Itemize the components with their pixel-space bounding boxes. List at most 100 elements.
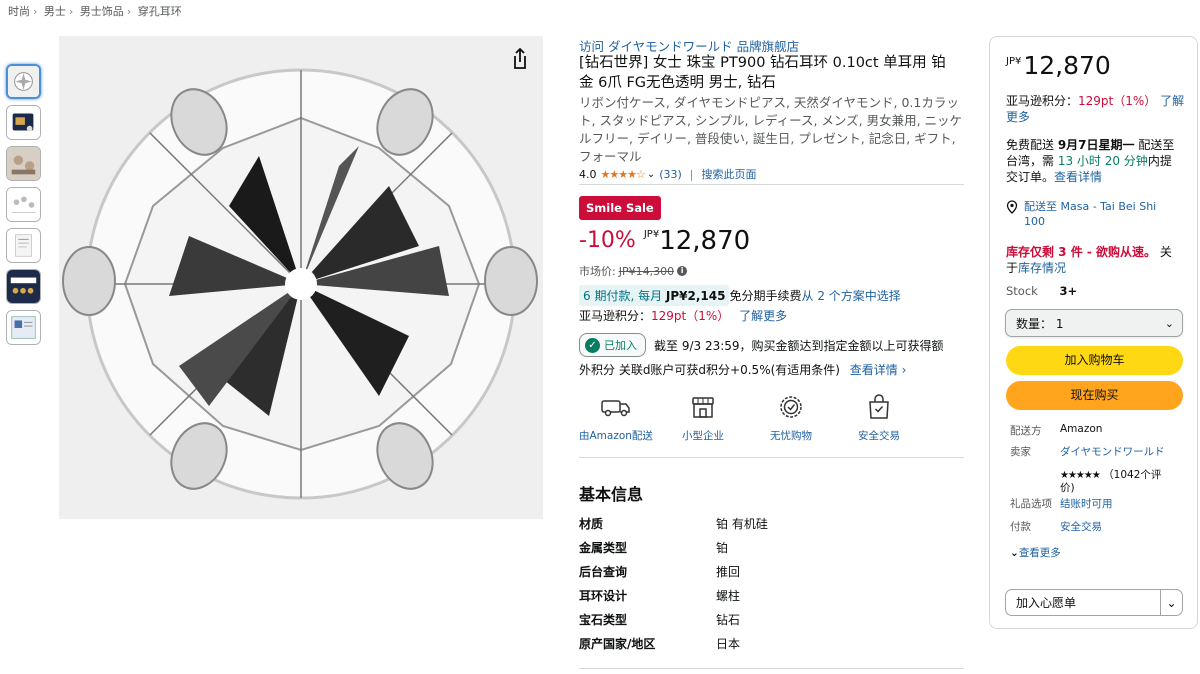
buybox-points-learn-link[interactable]: 了解 bbox=[1160, 94, 1184, 108]
chevron-down-icon: ⌄ bbox=[1164, 316, 1174, 330]
spec-key: 原产国家/地区 bbox=[579, 637, 656, 651]
delivery-details-link[interactable]: 查看详情 bbox=[1054, 170, 1102, 184]
stock-info-link[interactable]: 库存情况 bbox=[1018, 261, 1066, 275]
spec-value: 日本 bbox=[716, 637, 741, 651]
deal-badge: Smile Sale bbox=[579, 196, 661, 220]
delivery-text: 免费配送 bbox=[1006, 138, 1058, 152]
feature-label: 无忧购物 bbox=[770, 430, 812, 442]
product-subtitle: リボン付ケース, ダイヤモンドピアス, 天然ダイヤモンド, 0.1カラット, ス… bbox=[579, 95, 963, 164]
chevron-down-icon[interactable]: ⌄ bbox=[1160, 590, 1182, 615]
list-price-value: JP¥14,300 bbox=[618, 264, 675, 278]
deliver-to-line: 配送至 Masa - Tai Bei Shi bbox=[1024, 200, 1157, 213]
spec-value: 铂 bbox=[716, 541, 729, 555]
sold-by-row: 卖家 ダイヤモンドワールド bbox=[1010, 444, 1165, 459]
see-more-link[interactable]: 查看更多 bbox=[1019, 547, 1061, 559]
chevron-down-icon[interactable]: ⌄ bbox=[647, 169, 655, 180]
breadcrumb-item-fashion[interactable]: 时尚 bbox=[8, 5, 30, 18]
thumbnail-5[interactable] bbox=[6, 228, 41, 263]
delivery-info: 免费配送 9月7日星期一 配送至 台湾，需 13 小时 20 分钟内提 交订单。… bbox=[1006, 137, 1186, 185]
sold-by-key: 卖家 bbox=[1010, 446, 1031, 458]
payment-link[interactable]: 安全交易 bbox=[1060, 519, 1102, 534]
dpoint-details-link[interactable]: 查看详情 › bbox=[850, 363, 907, 377]
gift-options-key: 礼品选项 bbox=[1010, 498, 1052, 510]
stock-value: 3+ bbox=[1059, 284, 1078, 298]
buybox-currency: JP¥ bbox=[1006, 56, 1022, 67]
location-pin-icon bbox=[1006, 200, 1018, 214]
rating-separator: | bbox=[689, 167, 694, 181]
payment-key: 付款 bbox=[1010, 521, 1031, 533]
thumbnail-1[interactable] bbox=[6, 64, 41, 99]
thumbnail-6[interactable] bbox=[6, 269, 41, 304]
worry-free-badge-icon bbox=[780, 396, 802, 418]
info-icon[interactable]: i bbox=[677, 266, 688, 276]
dpoint-text: 外积分 关联d账户可获d积分+0.5%(有适用条件) bbox=[579, 363, 840, 377]
list-price-label: 市场价: bbox=[579, 265, 616, 278]
stock-about-text: 关 bbox=[1156, 245, 1172, 259]
seller-link[interactable]: ダイヤモンドワールド bbox=[1060, 444, 1165, 459]
search-this-page-link[interactable]: 搜索此页面 bbox=[702, 166, 757, 182]
buybox-points-more-link[interactable]: 更多 bbox=[1006, 110, 1030, 124]
see-more-toggle[interactable]: ⌄查看更多 bbox=[1010, 545, 1061, 560]
installment-plans-link[interactable]: 从 2 个方案中选择 bbox=[802, 287, 901, 304]
divider bbox=[579, 457, 964, 458]
seller-reviews: （1042个评 bbox=[1103, 469, 1162, 481]
breadcrumb-separator: › bbox=[68, 5, 74, 18]
feature-label: 安全交易 bbox=[858, 430, 900, 442]
feature-label: 由Amazon配送 bbox=[579, 430, 653, 442]
coupon-applied-button[interactable]: ✓ 已加入 bbox=[579, 333, 646, 357]
deliver-to-address[interactable]: 配送至 Masa - Tai Bei Shi 100 bbox=[1024, 199, 1156, 229]
rating-stars[interactable]: ★★★★☆ bbox=[601, 168, 646, 181]
product-main-image[interactable] bbox=[59, 36, 543, 519]
breadcrumb: 时尚 › 男士 › 男士饰品 › 穿孔耳环 bbox=[8, 3, 185, 19]
spec-key: 耳环设计 bbox=[579, 589, 628, 603]
feature-small-business[interactable]: 小型企业 bbox=[659, 390, 747, 443]
ships-from-value: Amazon bbox=[1060, 423, 1103, 435]
diamond-earring-image bbox=[59, 36, 543, 519]
breadcrumb-item-pierced-earrings[interactable]: 穿孔耳环 bbox=[138, 5, 182, 18]
currency-symbol: JP¥ bbox=[643, 229, 660, 240]
delivery-countdown: 13 小时 20 分钟 bbox=[1057, 154, 1148, 168]
thumbnail-2[interactable] bbox=[6, 105, 41, 140]
stock-about-text: 于 bbox=[1006, 261, 1019, 275]
installment-highlight: 6 期付款, 每月 JP¥2,145 bbox=[579, 285, 730, 306]
points-learn-more-link[interactable]: 了解更多 bbox=[739, 309, 787, 323]
check-circle-icon: ✓ bbox=[585, 337, 600, 353]
deliver-to-row[interactable]: 配送至 Masa - Tai Bei Shi 100 bbox=[1006, 199, 1156, 229]
feature-worry-free[interactable]: 无忧购物 bbox=[747, 390, 835, 443]
basic-info-heading: 基本信息 bbox=[579, 485, 644, 504]
spec-key: 材质 bbox=[579, 517, 604, 531]
ships-from-row: 配送方 Amazon bbox=[1010, 423, 1102, 438]
wishlist-label: 加入心愿单 bbox=[1016, 596, 1077, 610]
ratings-count-link[interactable]: (33) bbox=[659, 168, 682, 181]
quantity-select[interactable]: 数量： 1 ⌄ bbox=[1005, 309, 1183, 337]
delivery-text: 内提 bbox=[1147, 154, 1172, 168]
feature-fulfilled-by-amazon[interactable]: 由Amazon配送 bbox=[579, 390, 659, 443]
payment-row: 付款 安全交易 bbox=[1010, 519, 1102, 534]
rating-row: 4.0 ★★★★☆ ⌄ (33) | 搜索此页面 bbox=[579, 166, 964, 182]
points-value: 129pt（1%） bbox=[651, 309, 730, 323]
share-icon[interactable] bbox=[507, 46, 533, 72]
installment-text: 6 期付款, 每月 bbox=[583, 289, 666, 303]
buybox-price: JP¥ 12,870 bbox=[1006, 52, 1111, 80]
seller-stars: ★★★★★ bbox=[1060, 470, 1101, 481]
feature-label: 小型企业 bbox=[682, 430, 724, 442]
buy-now-button[interactable]: 现在购买 bbox=[1006, 381, 1183, 410]
price-row: -10% JP¥ 12,870 bbox=[579, 226, 964, 256]
add-to-cart-button[interactable]: 加入购物车 bbox=[1006, 346, 1183, 375]
feature-secure-transaction[interactable]: 安全交易 bbox=[835, 390, 923, 443]
list-price-row: 市场价: JP¥14,300 i bbox=[579, 263, 964, 279]
thumbnail-7[interactable] bbox=[6, 310, 41, 345]
delivery-text: 台湾，需 bbox=[1006, 154, 1058, 168]
deliver-to-line: 100 bbox=[1024, 215, 1045, 228]
thumbnail-4[interactable] bbox=[6, 187, 41, 222]
gift-options-row: 礼品选项 结账时可用 bbox=[1010, 496, 1113, 511]
breadcrumb-item-mens-accessories[interactable]: 男士饰品 bbox=[80, 5, 124, 18]
seller-rating[interactable]: ★★★★★ （1042个评 价) bbox=[1060, 469, 1180, 495]
breadcrumb-item-men[interactable]: 男士 bbox=[44, 5, 66, 18]
gift-options-link[interactable]: 结账时可用 bbox=[1060, 496, 1113, 511]
add-to-wishlist-button[interactable]: 加入心愿单 ⌄ bbox=[1005, 589, 1183, 616]
thumbnail-3[interactable] bbox=[6, 146, 41, 181]
coupon-row: ✓ 已加入 截至 9/3 23:59，购买金额达到指定金额以上可获得额 bbox=[579, 333, 964, 357]
stock-label: Stock bbox=[1006, 284, 1038, 298]
delivery-text: 配送至 bbox=[1134, 138, 1175, 152]
